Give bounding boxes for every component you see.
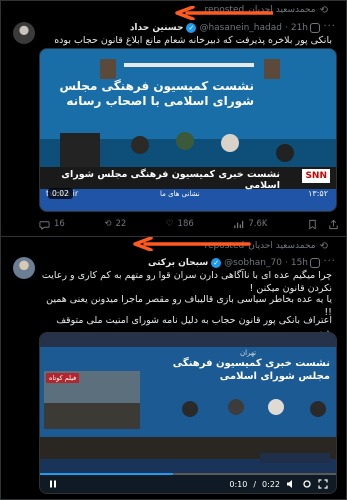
repost-count: 22: [115, 219, 127, 229]
author-name[interactable]: سبحان برکتی: [148, 258, 208, 268]
share-icon[interactable]: [328, 219, 339, 230]
tweet-header: سبحان برکتی ✓ @sobhan_70 · 15h: [147, 258, 308, 268]
reply-button[interactable]: 16: [39, 219, 65, 230]
tweet-header: حسنین حداد ✓ @hasanein_hadad · 21h: [129, 23, 308, 33]
more-icon[interactable]: ···: [323, 21, 336, 32]
like-icon: ♡: [165, 219, 174, 229]
video-location: تهران: [240, 349, 257, 357]
video-total: 0:22: [262, 479, 280, 489]
video-wall-text: نشست خبری کمیسیون فرهنگی مجلس شورای اسلا…: [172, 358, 330, 382]
reply-count: 16: [54, 219, 65, 229]
verified-icon: ✓: [211, 258, 222, 268]
action-bar: 16 ⟲ 22 ♡ 186 7.6K: [39, 217, 339, 231]
timestamp[interactable]: 15h: [291, 258, 308, 268]
video-player[interactable]: نشست کمیسیون فرهنگی مجلس شورای اسلامی با…: [39, 48, 337, 212]
settings-icon[interactable]: [302, 479, 312, 489]
video-elapsed: 0:10: [229, 479, 248, 489]
author-handle[interactable]: @sobhan_70: [224, 258, 282, 268]
video-time: 0:02: [48, 188, 73, 199]
repost-button[interactable]: ⟲ 22: [104, 219, 126, 229]
reply-icon: [39, 220, 50, 230]
channel-logo: SNN: [302, 169, 330, 183]
repost-icon: ⟲: [319, 240, 328, 252]
avatar[interactable]: [13, 22, 35, 44]
bookmark-icon[interactable]: [307, 219, 318, 230]
like-button[interactable]: ♡ 186: [166, 219, 194, 229]
timestamp[interactable]: 21h: [291, 23, 308, 33]
author-handle[interactable]: @hasanein_hadad: [199, 23, 282, 33]
views-count: 7.6K: [248, 219, 268, 229]
grok-icon[interactable]: [310, 23, 320, 33]
tweet-text-line-1: چرا میگیم عده ای با ناآگاهی دارن سران قو…: [41, 270, 332, 294]
volume-icon[interactable]: [286, 479, 296, 489]
views-button[interactable]: 7.6K: [233, 219, 267, 230]
avatar[interactable]: [13, 257, 35, 279]
video-wall-text: نشست کمیسیون فرهنگی مجلس شورای اسلامی با…: [59, 79, 254, 108]
like-count: 186: [177, 219, 194, 229]
grok-icon[interactable]: [310, 258, 320, 268]
annotation-arrow: [131, 237, 251, 251]
repost-icon: ⟲: [104, 219, 112, 229]
annotation-arrow: [173, 6, 273, 20]
repost-icon: ⟲: [319, 4, 328, 16]
reposter-name[interactable]: محمدسعید احدیان: [248, 241, 315, 251]
fullscreen-icon[interactable]: [318, 479, 328, 489]
timeline: reposted محمدسعید احدیان ⟲ حسنین حداد ✓ …: [0, 0, 347, 500]
views-icon: [234, 220, 244, 228]
author-name[interactable]: حسنین حداد: [130, 23, 184, 33]
video-inset-label: فیلم کوتاه: [46, 373, 80, 383]
video-controls: 0:10 / 0:22: [40, 475, 336, 493]
video-player[interactable]: تهران نشست خبری کمیسیون فرهنگی مجلس شورا…: [39, 332, 337, 494]
verified-icon: ✓: [186, 23, 197, 33]
pause-icon[interactable]: [48, 479, 58, 489]
more-icon[interactable]: ···: [323, 256, 336, 267]
